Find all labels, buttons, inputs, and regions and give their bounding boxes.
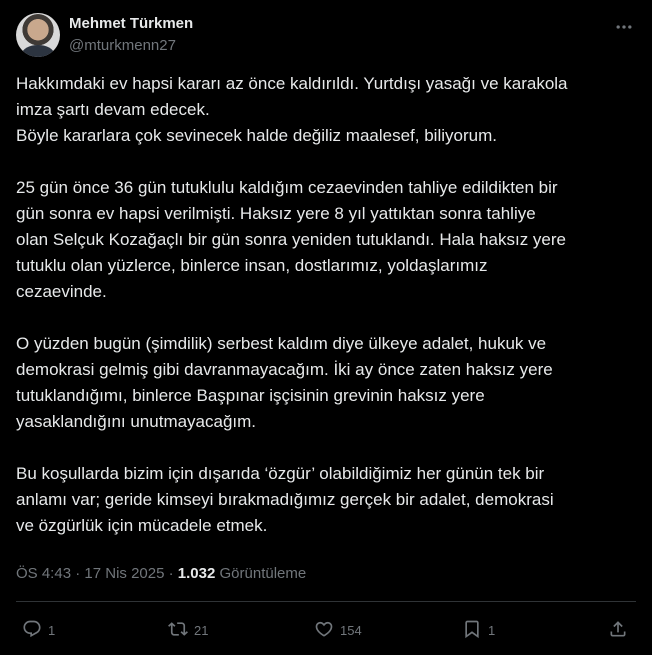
bookmark-button[interactable]: 1 (462, 618, 495, 642)
tweet-time[interactable]: ÖS 4:43 (16, 565, 71, 582)
retweet-icon (168, 619, 188, 642)
like-count: 154 (340, 622, 362, 638)
meta-separator: · (75, 565, 81, 582)
bookmark-count: 1 (488, 622, 496, 638)
views-label: Görüntüleme (219, 565, 307, 582)
share-button[interactable] (608, 618, 628, 642)
tweet-paragraph: Bu koşullarda bizim için dışarıda ‘özgür… (16, 464, 554, 535)
meta-separator: · (168, 565, 174, 582)
tweet-paragraph: 25 gün önce 36 gün tutuklulu kaldığım ce… (16, 178, 566, 301)
avatar[interactable] (16, 13, 60, 57)
author-handle[interactable]: @mturkmenn27 (69, 37, 176, 54)
heart-icon (314, 619, 334, 642)
tweet-card: Mehmet Türkmen @mturkmenn27 Hakkımdaki e… (0, 0, 652, 655)
share-icon (608, 619, 628, 642)
tweet-paragraph: Hakkımdaki ev hapsi kararı az önce kaldı… (16, 74, 568, 145)
action-bar: 1 21 154 1 (0, 618, 652, 642)
views-count[interactable]: 1.032 (178, 565, 216, 582)
reply-icon (22, 619, 42, 642)
author-name[interactable]: Mehmet Türkmen (69, 15, 193, 32)
bookmark-icon (462, 619, 482, 642)
divider (16, 601, 636, 602)
retweet-button[interactable]: 21 (168, 618, 208, 642)
tweet-paragraph: O yüzden bugün (şimdilik) serbest kaldım… (16, 334, 553, 431)
more-options-icon[interactable] (612, 15, 636, 39)
like-button[interactable]: 154 (314, 618, 362, 642)
tweet-meta: ÖS 4:43 · 17 Nis 2025 · 1.032 Görüntülem… (16, 565, 306, 582)
retweet-count: 21 (194, 622, 209, 638)
tweet-date[interactable]: 17 Nis 2025 (84, 565, 164, 582)
reply-count: 1 (48, 622, 56, 638)
reply-button[interactable]: 1 (22, 618, 55, 642)
tweet-text: Hakkımdaki ev hapsi kararı az önce kaldı… (16, 71, 636, 539)
